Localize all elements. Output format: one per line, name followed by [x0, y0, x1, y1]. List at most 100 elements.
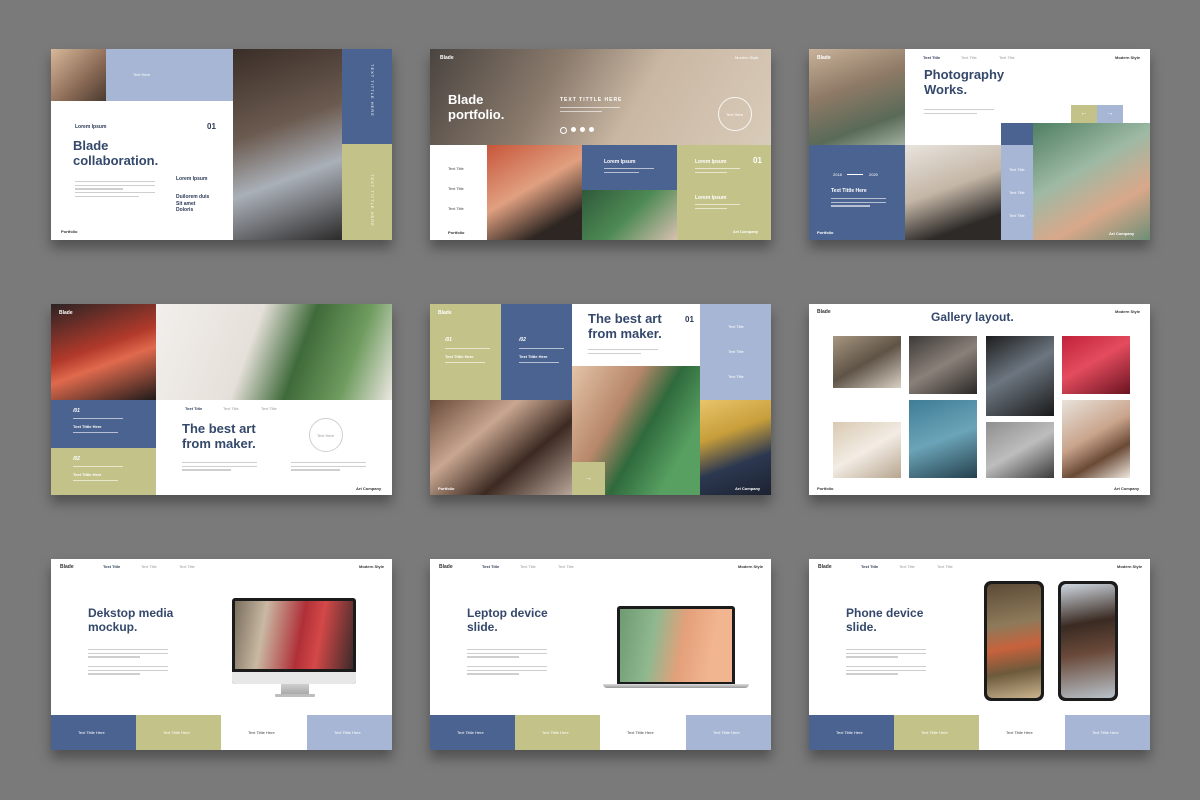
photo-couple — [233, 49, 342, 240]
nav-arrow-prev[interactable]: ← — [1071, 105, 1097, 123]
nav-item-3[interactable]: Text Title — [999, 55, 1015, 60]
box-3-label: Text Tittle Here — [627, 730, 654, 735]
slider-dot[interactable] — [571, 127, 576, 132]
box-1-label: Text Tittle Here — [457, 730, 484, 735]
style-label: Modern Style — [738, 564, 764, 569]
quote-2-divider — [519, 348, 564, 349]
lorem-2-lines — [695, 168, 740, 175]
slider-dot[interactable] — [589, 127, 594, 132]
nav-item-1[interactable]: Text Title — [103, 564, 120, 569]
brand-label: Blade — [439, 564, 453, 570]
nav-item-3[interactable]: Text Title — [558, 564, 574, 569]
brand-label: Blade — [60, 564, 74, 570]
hero-text-lines — [560, 107, 620, 114]
hero-title: Blade portfolio. — [448, 92, 504, 123]
title-line-2: collaboration. — [73, 152, 159, 168]
phone-1-screen-photo — [987, 584, 1041, 698]
body-lines-2 — [467, 666, 547, 677]
slide-phone-device[interactable]: Blade Text Title Text Title Text Title M… — [809, 559, 1150, 750]
slide-laptop-device[interactable]: Blade Text Title Text Title Text Title M… — [430, 559, 771, 750]
body-text-lines — [588, 349, 658, 356]
desktop-screen-photo — [235, 601, 353, 669]
body-text-lines — [75, 181, 155, 199]
quote-1: /01 — [445, 337, 452, 343]
slide-gallery-layout[interactable]: Blade Modern Style Gallery layout. Portf… — [809, 304, 1150, 495]
box-4-label: Text Tittle Here — [334, 730, 361, 735]
slide-title: Photography Works. — [924, 67, 1005, 98]
year-start: 2018 — [833, 172, 842, 177]
gallery-photo-red-portrait[interactable] — [1062, 336, 1130, 394]
nav-item-1[interactable]: Text Title — [861, 564, 878, 569]
body-text-lines — [924, 109, 994, 116]
nav-item-1[interactable]: Text Title — [482, 564, 499, 569]
slide-number: 01 — [753, 156, 762, 165]
text-title-2: Text Tittle Here — [73, 472, 102, 477]
slider-dots[interactable] — [560, 127, 594, 134]
slide-desktop-mockup[interactable]: Blade Text Title Text Title Text Title M… — [51, 559, 392, 750]
slider-dot-active[interactable] — [560, 127, 567, 134]
quote-1-divider — [73, 418, 123, 419]
slide-title: Blade collaboration. — [73, 138, 159, 169]
vertical-box-navy: TEXT TITTLE HERE — [342, 49, 392, 144]
slide-title: Gallery layout. — [931, 310, 1014, 324]
title-line-1: Blade — [73, 138, 109, 153]
slide-best-art-1[interactable]: Blade /01 Text Tittle Here /02 Text Titt… — [51, 304, 392, 495]
side-text-3: Text Title — [1009, 213, 1025, 218]
nav-item-2[interactable]: Text Title — [520, 564, 536, 569]
gallery-photo-painted-face[interactable] — [986, 336, 1054, 416]
title-line-2: from maker. — [588, 325, 662, 341]
style-label: Modern Style — [1117, 564, 1143, 569]
footer-right: Art Company — [1114, 486, 1140, 491]
slide-number: 01 — [685, 315, 694, 324]
vertical-text-2: TEXT TITTLE HERE — [370, 174, 375, 227]
brand-label: Blade — [438, 310, 452, 316]
box-3-label: Text Tittle Here — [1006, 730, 1033, 735]
lorem-1-lines — [604, 168, 654, 175]
body-lines-1 — [467, 649, 547, 660]
nav-item-2[interactable]: Text Title — [961, 55, 977, 60]
slider-dot[interactable] — [580, 127, 585, 132]
nav-item-2[interactable]: Text Title — [141, 564, 157, 569]
slide-blade-portfolio[interactable]: Blade Modern Style Blade portfolio. TEXT… — [430, 49, 771, 240]
slide-blade-collaboration[interactable]: Text Here Lorem Ipsum 01 Blade collabora… — [51, 49, 392, 240]
footer-box-4: Text Tittle Here — [307, 715, 392, 750]
quote-1: /01 — [73, 408, 80, 414]
box-1-label: Text Tittle Here — [78, 730, 105, 735]
nav-item-1[interactable]: Text Title — [923, 55, 940, 60]
nav-item-2[interactable]: Text Title — [899, 564, 915, 569]
gallery-photo-hands-camera[interactable] — [833, 336, 901, 388]
box-2-label: Text Tittle Here — [921, 730, 948, 735]
nav-arrow-next[interactable]: → — [1097, 105, 1123, 123]
quote-box-navy: /02 Text Tittle Here — [501, 304, 572, 400]
nav-item-1[interactable]: Text Title — [185, 406, 202, 411]
gallery-photo-woman-lying[interactable] — [1062, 400, 1130, 478]
gallery-photo-cup[interactable] — [833, 422, 901, 478]
brand-label: Blade — [440, 55, 454, 61]
text-title-3: Text Title — [448, 206, 464, 211]
nav-item-3[interactable]: Text Title — [179, 564, 195, 569]
side-text-line-3: Doloris — [176, 207, 194, 213]
slide-title: Phone device slide. — [846, 606, 923, 635]
nav-item-3[interactable]: Text Title — [261, 406, 277, 411]
arrow-box[interactable]: → — [572, 462, 605, 495]
side-text-2: Text Title — [728, 349, 744, 354]
box-text: Text Here — [133, 72, 151, 77]
footer-left: Portfolio — [438, 486, 455, 491]
nav-item-2[interactable]: Text Title — [223, 406, 239, 411]
year-divider — [847, 174, 863, 175]
footer-label: Portfolio — [61, 229, 78, 234]
slide-best-art-2[interactable]: Blade /01 Text Tittle Here /02 Text Titt… — [430, 304, 771, 495]
laptop-base — [603, 684, 749, 688]
lorem-label: Lorem Ipsum — [75, 124, 107, 130]
title-line-1: Photography — [924, 67, 1005, 82]
photo-woman-sitting — [700, 400, 771, 495]
gallery-photo-hooded-man[interactable] — [909, 336, 977, 394]
box-2-label: Text Tittle Here — [542, 730, 569, 735]
nav-item-3[interactable]: Text Title — [937, 564, 953, 569]
gallery-photo-sitting[interactable] — [986, 422, 1054, 478]
text-title-1: Text Title — [448, 166, 464, 171]
photo-woman-sunglasses — [487, 145, 582, 240]
slide-photography-works[interactable]: Blade Text Title Text Title Text Title M… — [809, 49, 1150, 240]
gallery-photo-dancer[interactable] — [909, 400, 977, 478]
side-col-light: Text Title Text Title Text Title — [1001, 145, 1033, 240]
